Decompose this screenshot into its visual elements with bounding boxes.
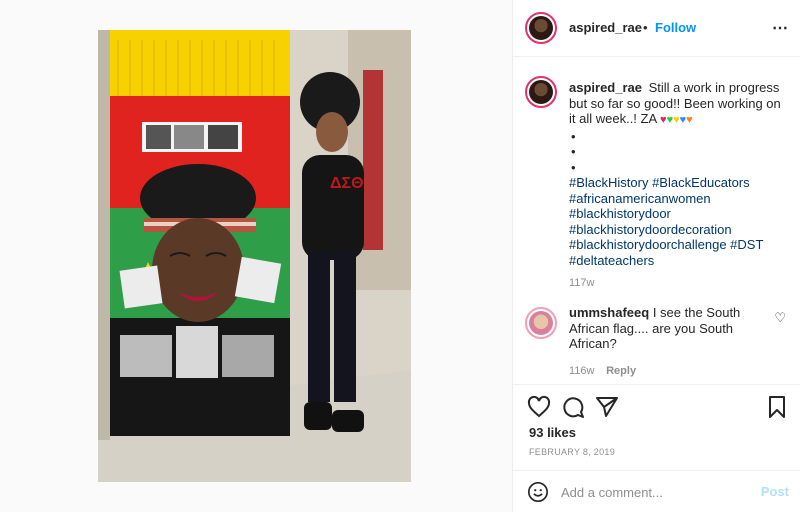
post-media-area: ΔΣΘ xyxy=(0,0,512,512)
comment-input[interactable] xyxy=(561,481,751,503)
caption-username[interactable]: aspired_rae xyxy=(569,80,642,95)
post-date[interactable]: FEBRUARY 8, 2019 xyxy=(529,447,615,457)
post-details-panel: aspired_rae • Follow ⋯ aspired_rae Still… xyxy=(512,0,800,512)
hashtag-line[interactable]: #blackhistorydoorchallenge #DST xyxy=(569,237,789,253)
post-actions: 93 likes FEBRUARY 8, 2019 xyxy=(513,384,800,474)
share-plane-icon[interactable] xyxy=(595,395,619,419)
caption-avatar[interactable] xyxy=(525,76,557,108)
like-heart-icon[interactable] xyxy=(527,395,551,419)
comment-meta: 116w Reply xyxy=(569,362,769,380)
more-options-icon[interactable]: ⋯ xyxy=(772,18,789,38)
reply-button[interactable]: Reply xyxy=(606,365,636,377)
hashtag-line[interactable]: #africanamericanwomen xyxy=(569,191,789,207)
save-bookmark-icon[interactable] xyxy=(765,395,789,419)
hashtag-line[interactable]: #blackhistorydoordecoration xyxy=(569,222,789,238)
caption-text-row: aspired_rae Still a work in progress but… xyxy=(569,80,789,129)
comment-like-heart-icon[interactable]: ♡ xyxy=(774,310,786,326)
hashtag-line[interactable]: #BlackHistory #BlackEducators xyxy=(569,175,789,191)
header-username[interactable]: aspired_rae xyxy=(569,20,642,35)
caption-timestamp[interactable]: 117w xyxy=(569,276,789,292)
follow-button[interactable]: Follow xyxy=(655,20,696,35)
caption-bullet: • xyxy=(571,159,576,175)
add-comment-bar: Post xyxy=(513,470,800,512)
post-photo[interactable]: ΔΣΘ xyxy=(98,30,411,482)
comment-bubble-icon[interactable] xyxy=(561,395,585,419)
orange-heart-icon: ♥ xyxy=(686,114,693,126)
author-avatar[interactable] xyxy=(525,12,557,44)
post-comment-button[interactable]: Post xyxy=(761,484,789,499)
post-header: aspired_rae • Follow ⋯ xyxy=(513,0,800,57)
heart-emoji-row: ♥♥♥♥♥ xyxy=(660,111,693,126)
commenter-username[interactable]: ummshafeeq xyxy=(569,305,649,320)
post-caption: aspired_rae Still a work in progress but… xyxy=(569,80,789,292)
door-photo-illustration: ΔΣΘ xyxy=(98,30,411,482)
emoji-smiley-icon[interactable] xyxy=(527,481,549,503)
comment-item: ummshafeeq I see the South African flag.… xyxy=(569,305,769,379)
hashtag-line[interactable]: #deltateachers xyxy=(569,253,789,269)
caption-bullet: • xyxy=(571,144,576,159)
caption-bullet: • xyxy=(571,128,576,144)
hashtag-line[interactable]: #blackhistorydoor xyxy=(569,206,789,222)
header-separator: • xyxy=(643,20,648,35)
svg-text:ΔΣΘ: ΔΣΘ xyxy=(330,175,364,192)
likes-count[interactable]: 93 likes xyxy=(529,425,576,440)
commenter-avatar[interactable] xyxy=(525,307,557,339)
comment-timestamp[interactable]: 116w xyxy=(569,365,594,377)
